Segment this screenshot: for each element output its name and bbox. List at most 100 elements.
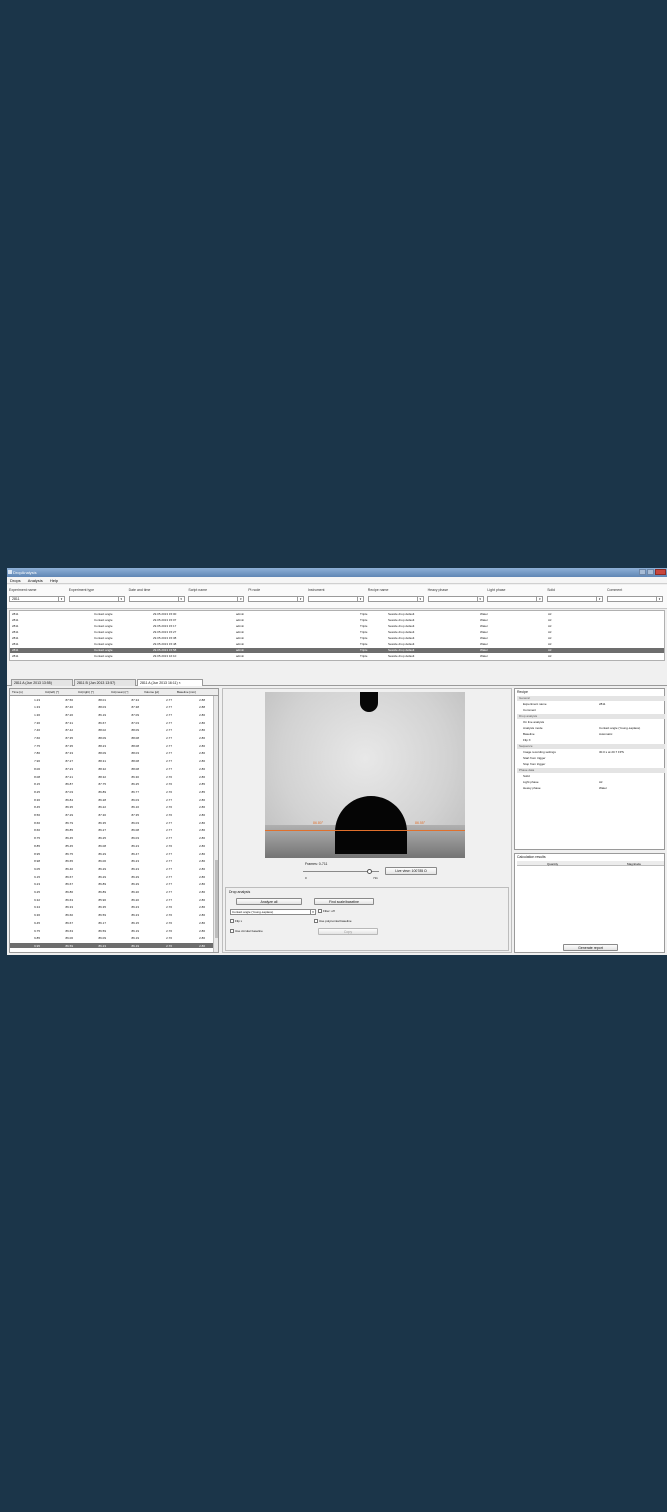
table-row[interactable]: 7.96 87.27 88.31 88.08 2.77 2.86: [10, 759, 213, 764]
experiment-row[interactable]: 2811 Contact angle 29.05.2013 15:27 admin Tr…: [10, 630, 664, 635]
filter-dropdown[interactable]: ▾: [547, 596, 604, 602]
table-row[interactable]: 9.15 86.67 86.29 86.29 2.77 2.86: [10, 874, 213, 879]
recipe-row[interactable]: Stop from trigger: [517, 762, 665, 767]
frame-slider[interactable]: [303, 869, 379, 875]
tab-experiment-2[interactable]: 2811 B (Jun 2013 13:57): [74, 679, 136, 686]
table-row[interactable]: 8.66 86.79 86.35 86.03 2.77 2.86: [10, 820, 213, 825]
close-window-button[interactable]: [655, 569, 666, 575]
table-row[interactable]: 8.95 86.75 86.29 86.47 2.77 2.86: [10, 851, 213, 856]
table-row[interactable]: 7.36 87.31 86.67 87.03 2.77 2.86: [10, 720, 213, 725]
recipe-row[interactable]: Experiment name 2811: [517, 702, 665, 707]
table-row[interactable]: 8.25 87.03 86.89 86.77 2.76 2.85: [10, 789, 213, 794]
column-header[interactable]: CA(left) [°]: [45, 690, 59, 694]
table-row[interactable]: 1.23 87.56 88.01 87.34 2.77 2.88: [10, 697, 213, 702]
recipe-row[interactable]: Comment: [517, 708, 665, 713]
table-row[interactable]: 9.05 86.40 86.29 86.23 2.77 2.86: [10, 866, 213, 871]
filter-dropdown[interactable]: ▾: [367, 596, 424, 602]
experiment-row[interactable]: 2811 Contact angle 29.05.2013 15:17 admin Tr…: [10, 624, 664, 629]
minimize-button[interactable]: [639, 569, 646, 575]
table-row[interactable]: 8.85 85.45 86.08 86.23 2.76 2.86: [10, 843, 213, 848]
filter-dropdown[interactable]: ▾: [427, 596, 484, 602]
table-row[interactable]: 9.85 86.06 86.09 86.19 2.76 2.86: [10, 936, 213, 941]
table-row[interactable]: 9.23 86.67 86.89 86.29 2.77 2.86: [10, 882, 213, 887]
table-row[interactable]: 7.46 87.42 88.02 88.09 2.77 2.86: [10, 728, 213, 733]
recipe-row[interactable]: Flip X: [517, 738, 665, 743]
experiment-cell-light: Air: [548, 612, 552, 616]
experiment-row[interactable]: 2811 Contact angle 29.05.2013 15:58 admin Tr…: [10, 648, 664, 653]
table-cell: 2.86: [199, 890, 205, 894]
table-scrollbar[interactable]: [213, 696, 218, 952]
recipe-row[interactable]: On line analysis: [517, 720, 665, 725]
column-header[interactable]: CA(right) [°]: [78, 690, 94, 694]
filter-dropdown[interactable]: ▾: [607, 596, 663, 602]
column-header[interactable]: Baseline [mm]: [177, 690, 196, 694]
table-row[interactable]: 8.15 86.87 87.75 86.25 2.76 2.85: [10, 782, 213, 787]
recipe-row[interactable]: Image recording settings 30.0 s at 20.7 F…: [517, 750, 665, 755]
table-row[interactable]: 9.34 86.33 86.35 86.23 2.76 2.86: [10, 905, 213, 910]
table-row[interactable]: 1.36 87.26 86.19 87.09 2.77 2.86: [10, 712, 213, 717]
menu-analysis[interactable]: Analysis: [25, 577, 46, 584]
table-row[interactable]: 9.25 86.86 86.89 86.20 2.77 2.86: [10, 890, 213, 895]
experiment-row[interactable]: 2811 Contact angle 29.05.2013 15:38 admin Tr…: [10, 636, 664, 641]
generate-report-button[interactable]: Generate report: [563, 944, 618, 951]
find-scale-baseline-button[interactable]: Find scale/baseline: [314, 898, 374, 905]
column-header[interactable]: CA(mean) [°]: [111, 690, 128, 694]
table-row[interactable]: 9.36 86.60 86.59 86.23 2.76 2.86: [10, 913, 213, 918]
table-cell: 86.23: [131, 913, 139, 918]
table-row[interactable]: 8.45 86.35 86.22 86.16 2.76 2.86: [10, 805, 213, 810]
filter-dropdown[interactable]: 2811 ▾: [9, 596, 65, 602]
tab-experiment-3[interactable]: 2811 A (Jun 2013 16:11) ×: [137, 679, 203, 686]
table-row[interactable]: 9.45 86.67 86.17 86.15 2.76 2.86: [10, 920, 213, 925]
table-row[interactable]: 1.33 87.46 88.03 87.38 2.77 2.88: [10, 705, 213, 710]
table-cell: 2.77: [166, 882, 172, 887]
table-row[interactable]: 8.66 86.85 86.27 86.08 2.77 2.86: [10, 828, 213, 833]
recipe-row[interactable]: Baseline Automatic: [517, 732, 665, 737]
table-row[interactable]: 9.32 86.63 85.96 86.20 2.77 2.86: [10, 897, 213, 902]
analyze-all-button[interactable]: Analyze all: [236, 898, 302, 905]
experiment-row[interactable]: 2811 Contact angle 29.05.2013 15:07 admin Tr…: [10, 618, 664, 623]
table-row[interactable]: 7.75 87.35 88.23 88.08 2.77 2.86: [10, 743, 213, 748]
filter-dropdown[interactable]: ▾: [188, 596, 245, 602]
analysis-method-dropdown[interactable]: Contact angle (Young-Laplace) ▾: [230, 909, 316, 915]
recipe-row[interactable]: Solid: [517, 774, 665, 779]
slider-knob[interactable]: [366, 869, 372, 874]
filter-checkbox[interactable]: Filter: off: [318, 909, 335, 914]
table-row[interactable]: 8.98 86.65 86.06 86.23 2.77 2.86: [10, 859, 213, 864]
experiment-cell-recipe: Sessile drop default: [388, 630, 415, 634]
recipe-row[interactable]: Start from trigger: [517, 756, 665, 761]
column-header[interactable]: Time [s]: [12, 690, 23, 694]
filter-dropdown[interactable]: ▾: [248, 596, 305, 602]
polynomial-baseline-checkbox[interactable]: Use polynomial baseline: [314, 919, 352, 924]
experiment-row[interactable]: 2811 Contact angle 29.05.2013 15:48 admin Tr…: [10, 642, 664, 647]
experiment-row[interactable]: 2811 Contact angle 29.05.2013 15:00 admin Tr…: [10, 612, 664, 617]
table-row[interactable]: 8.08 87.21 88.32 86.30 2.76 2.86: [10, 774, 213, 779]
table-row[interactable]: 7.66 87.35 88.09 88.08 2.77 2.86: [10, 736, 213, 741]
live-view-button[interactable]: Live view: 100785 Ω: [385, 867, 437, 875]
experiment-row[interactable]: 2811 Contact angle 29.05.2013 16:10 admin Tr…: [10, 654, 664, 659]
tab-close-icon[interactable]: ×: [179, 681, 181, 685]
filter-dropdown[interactable]: ▾: [308, 596, 364, 602]
table-row[interactable]: 9.95 86.59 86.23 86.19 2.76 2.86: [10, 943, 213, 949]
circular-baseline-checkbox[interactable]: Use circular baseline: [230, 929, 263, 934]
menu-help[interactable]: Help: [47, 577, 61, 584]
recipe-row[interactable]: Light phase Air: [517, 780, 665, 785]
maximize-button[interactable]: [647, 569, 654, 575]
recipe-row[interactable]: Analysis mode Contact angle (Young-Laplac…: [517, 726, 665, 731]
filter-dropdown[interactable]: ▾: [68, 596, 125, 602]
column-header[interactable]: Volume [µl]: [144, 690, 159, 694]
flip-x-checkbox[interactable]: Flip x: [230, 919, 242, 924]
table-row[interactable]: 7.86 87.33 88.09 88.03 2.77 2.86: [10, 751, 213, 756]
table-row[interactable]: 9.75 86.63 86.59 86.19 2.76 2.86: [10, 928, 213, 933]
filter-dropdown[interactable]: ▾: [487, 596, 544, 602]
recipe-row[interactable]: Heavy phase Water: [517, 786, 665, 791]
table-row[interactable]: 8.75 86.45 86.25 86.03 2.77 2.86: [10, 836, 213, 841]
copy-button[interactable]: Copy: [318, 928, 378, 935]
scrollbar-thumb[interactable]: [215, 860, 218, 938]
table-row[interactable]: 8.36 86.84 86.28 86.03 2.77 2.86: [10, 797, 213, 802]
menu-drops[interactable]: Drops: [7, 577, 24, 584]
filter-dropdown[interactable]: ▾: [128, 596, 185, 602]
table-row[interactable]: 8.06 87.23 88.32 88.08 2.77 2.86: [10, 766, 213, 771]
drop-viewer-panel: 86.80° 86.55° Frames: 0-711 0 711 Live v…: [222, 688, 512, 953]
tab-experiment-1[interactable]: 2811 A (Jun 2013 13:55): [11, 679, 73, 686]
table-row[interactable]: 8.56 87.29 87.30 87.35 2.76 2.86: [10, 813, 213, 818]
